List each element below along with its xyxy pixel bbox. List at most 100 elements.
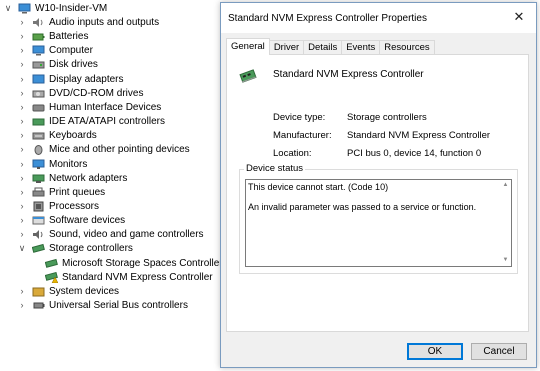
chevron-right-icon[interactable]: › — [17, 100, 27, 114]
tree-child-item[interactable]: Standard NVM Express Controller — [44, 270, 213, 284]
chevron-right-icon[interactable]: › — [17, 185, 27, 199]
tree-category[interactable]: › Mice and other pointing devices — [17, 142, 190, 156]
tree-category[interactable]: › Computer — [17, 43, 93, 57]
usb-icon — [31, 299, 45, 311]
chevron-down-icon[interactable]: ∨ — [17, 241, 27, 255]
device-tree: ∨ W10-Insider-VM › Audio inputs and outpu… — [0, 0, 223, 371]
close-icon[interactable]: ✕ — [512, 10, 526, 24]
tree-item-label: Computer — [49, 44, 93, 56]
ide-icon — [31, 115, 45, 127]
tab-general[interactable]: General — [226, 38, 270, 55]
tree-item-label: Sound, video and game controllers — [49, 228, 204, 240]
tree-item-label: Storage controllers — [49, 242, 133, 254]
device-status-label: Device status — [244, 163, 306, 174]
chevron-right-icon[interactable]: › — [17, 227, 27, 241]
chevron-right-icon[interactable]: › — [17, 199, 27, 213]
tree-item-label: Network adapters — [49, 172, 128, 184]
tree-item-label: Processors — [49, 200, 100, 212]
scroll-down-icon[interactable]: ▼ — [501, 256, 510, 265]
storage-controller-icon — [31, 242, 45, 254]
tree-category[interactable]: › Disk drives — [17, 57, 98, 71]
tree-category[interactable]: › Sound, video and game controllers — [17, 227, 204, 241]
tree-item-label: Software devices — [49, 214, 126, 226]
tree-item-label: Keyboards — [49, 129, 97, 141]
manufacturer-value: Standard NVM Express Controller — [347, 130, 491, 141]
tree-category[interactable]: ∨ Storage controllers — [17, 241, 133, 255]
chevron-right-icon[interactable]: › — [17, 43, 27, 57]
tree-category[interactable]: › Processors — [17, 199, 100, 213]
general-panel: Standard NVM Express Controller Device t… — [226, 54, 529, 332]
tree-category[interactable]: › DVD/CD-ROM drives — [17, 86, 144, 100]
tree-category[interactable]: › Human Interface Devices — [17, 100, 162, 114]
battery-icon — [31, 30, 45, 42]
chevron-right-icon[interactable]: › — [17, 171, 27, 185]
tree-item-label: Disk drives — [49, 58, 98, 70]
tree-category[interactable]: › Universal Serial Bus controllers — [17, 298, 188, 312]
dialog-titlebar[interactable]: Standard NVM Express Controller Properti… — [221, 3, 536, 33]
tab-driver[interactable]: Driver — [268, 40, 305, 55]
tree-root[interactable]: ∨ W10-Insider-VM — [3, 1, 108, 15]
tab-resources[interactable]: Resources — [379, 40, 435, 55]
tree-item-label: Standard NVM Express Controller — [62, 271, 213, 283]
chevron-right-icon[interactable]: › — [17, 298, 27, 312]
device-status-textbox[interactable]: This device cannot start. (Code 10) An i… — [245, 179, 512, 267]
tree-category[interactable]: › Print queues — [17, 185, 106, 199]
tree-category[interactable]: › Network adapters — [17, 171, 128, 185]
tree-item-label: IDE ATA/ATAPI controllers — [49, 115, 165, 127]
dialog-title: Standard NVM Express Controller Properti… — [228, 13, 427, 24]
sound-icon — [31, 228, 45, 240]
status-detail: An invalid parameter was passed to a ser… — [248, 202, 477, 212]
tree-item-label: DVD/CD-ROM drives — [49, 87, 144, 99]
tree-root-label: W10-Insider-VM — [35, 2, 108, 14]
chevron-right-icon[interactable]: › — [17, 213, 27, 227]
chevron-right-icon[interactable]: › — [17, 15, 27, 29]
status-message: This device cannot start. (Code 10) — [248, 182, 389, 192]
storage-controller-warning-icon — [44, 271, 58, 283]
chevron-right-icon[interactable]: › — [17, 157, 27, 171]
audio-icon — [31, 16, 45, 28]
tab-strip: General Driver Details Events Resources — [226, 38, 435, 55]
cancel-button[interactable]: Cancel — [471, 343, 527, 360]
properties-dialog: Standard NVM Express Controller Properti… — [220, 2, 537, 368]
tab-events[interactable]: Events — [341, 40, 381, 55]
tree-item-label: Mice and other pointing devices — [49, 143, 190, 155]
dialog-client: General Driver Details Events Resources … — [221, 33, 536, 367]
tree-category[interactable]: › Software devices — [17, 213, 126, 227]
chevron-right-icon[interactable]: › — [17, 72, 27, 86]
tree-category[interactable]: › Monitors — [17, 157, 88, 171]
storage-controller-icon — [238, 66, 260, 89]
display-adapter-icon — [31, 73, 45, 85]
system-device-icon — [31, 285, 45, 297]
device-type-label: Device type: — [273, 112, 326, 123]
chevron-right-icon[interactable]: › — [17, 284, 27, 298]
tree-category[interactable]: › System devices — [17, 284, 120, 298]
chevron-right-icon[interactable]: › — [17, 57, 27, 71]
disk-drive-icon — [31, 58, 45, 70]
tree-child-item[interactable]: Microsoft Storage Spaces Controller — [44, 256, 223, 270]
tree-category[interactable]: › IDE ATA/ATAPI controllers — [17, 114, 165, 128]
storage-controller-icon — [44, 257, 58, 269]
tree-category[interactable]: › Keyboards — [17, 128, 97, 142]
tree-category[interactable]: › Audio inputs and outputs — [17, 15, 160, 29]
chevron-right-icon[interactable]: › — [17, 29, 27, 43]
tree-category[interactable]: › Batteries — [17, 29, 89, 43]
chevron-right-icon[interactable]: › — [17, 142, 27, 156]
chevron-right-icon[interactable]: › — [17, 128, 27, 142]
tree-category[interactable]: › Display adapters — [17, 72, 124, 86]
scroll-up-icon[interactable]: ▲ — [501, 181, 510, 190]
tab-details[interactable]: Details — [303, 40, 343, 55]
device-type-value: Storage controllers — [347, 112, 427, 123]
chevron-down-icon[interactable]: ∨ — [3, 1, 13, 15]
tree-item-label: Print queues — [49, 186, 106, 198]
tree-item-label: Monitors — [49, 158, 88, 170]
ok-button[interactable]: OK — [407, 343, 463, 360]
chevron-right-icon[interactable]: › — [17, 114, 27, 128]
computer-icon — [31, 44, 45, 56]
tree-item-label: Universal Serial Bus controllers — [49, 299, 188, 311]
processor-icon — [31, 200, 45, 212]
tree-item-label: Display adapters — [49, 73, 124, 85]
location-label: Location: — [273, 148, 312, 159]
mouse-icon — [31, 143, 45, 155]
device-status-group: Device status This device cannot start. … — [239, 163, 518, 274]
chevron-right-icon[interactable]: › — [17, 86, 27, 100]
